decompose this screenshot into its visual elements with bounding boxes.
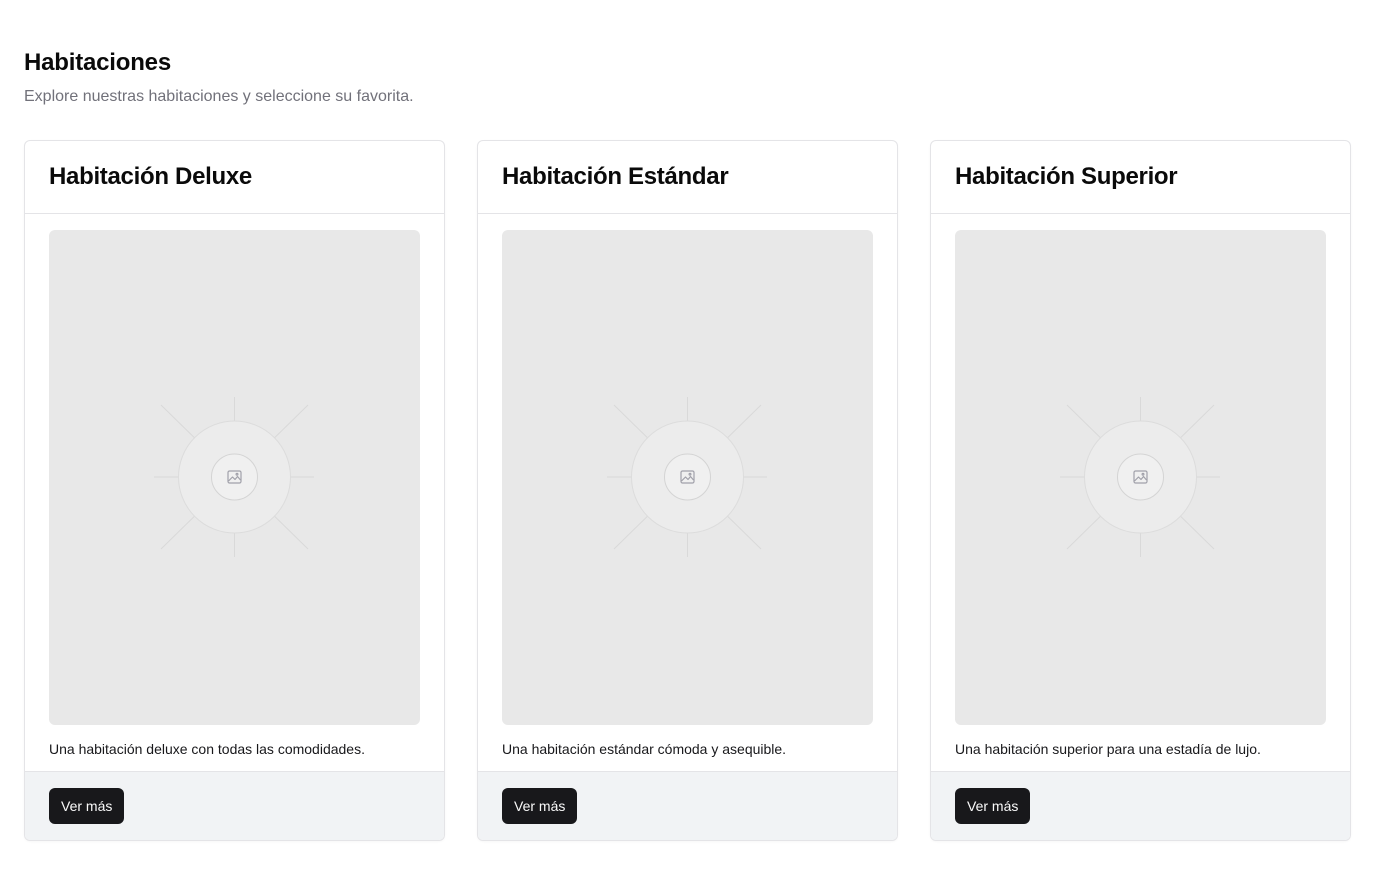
rooms-grid: Habitación Deluxe Una habitación deluxe … bbox=[24, 140, 1352, 841]
card-description: Una habitación superior para una estadía… bbox=[955, 741, 1261, 757]
card-body: Una habitación deluxe con todas las como… bbox=[25, 214, 444, 771]
page-title: Habitaciones bbox=[24, 49, 171, 76]
page: Habitaciones Explore nuestras habitacion… bbox=[0, 0, 1376, 889]
card-header: Habitación Superior bbox=[931, 141, 1350, 214]
room-image bbox=[502, 230, 873, 725]
card-description: Una habitación deluxe con todas las como… bbox=[49, 741, 365, 757]
card-body: Una habitación estándar cómoda y asequib… bbox=[478, 214, 897, 771]
card-footer: Ver más bbox=[478, 771, 897, 840]
room-card-deluxe: Habitación Deluxe Una habitación deluxe … bbox=[24, 140, 445, 841]
ver-mas-button[interactable]: Ver más bbox=[502, 788, 578, 824]
card-header: Habitación Deluxe bbox=[25, 141, 444, 214]
image-placeholder-icon bbox=[1060, 397, 1220, 557]
ver-mas-button[interactable]: Ver más bbox=[955, 788, 1031, 824]
card-title: Habitación Estándar bbox=[502, 163, 729, 190]
card-header: Habitación Estándar bbox=[478, 141, 897, 214]
card-title: Habitación Superior bbox=[955, 163, 1178, 190]
ver-mas-button[interactable]: Ver más bbox=[49, 788, 125, 824]
room-card-estandar: Habitación Estándar Una habitación están… bbox=[477, 140, 898, 841]
page-subtitle: Explore nuestras habitaciones y seleccio… bbox=[24, 88, 414, 105]
room-image bbox=[955, 230, 1326, 725]
image-placeholder-icon bbox=[607, 397, 767, 557]
card-title: Habitación Deluxe bbox=[49, 163, 252, 190]
card-description: Una habitación estándar cómoda y asequib… bbox=[502, 741, 787, 757]
card-body: Una habitación superior para una estadía… bbox=[931, 214, 1350, 771]
room-card-superior: Habitación Superior Una habitación super… bbox=[930, 140, 1351, 841]
room-image bbox=[49, 230, 420, 725]
card-footer: Ver más bbox=[25, 771, 444, 840]
image-placeholder-icon bbox=[154, 397, 314, 557]
card-footer: Ver más bbox=[931, 771, 1350, 840]
